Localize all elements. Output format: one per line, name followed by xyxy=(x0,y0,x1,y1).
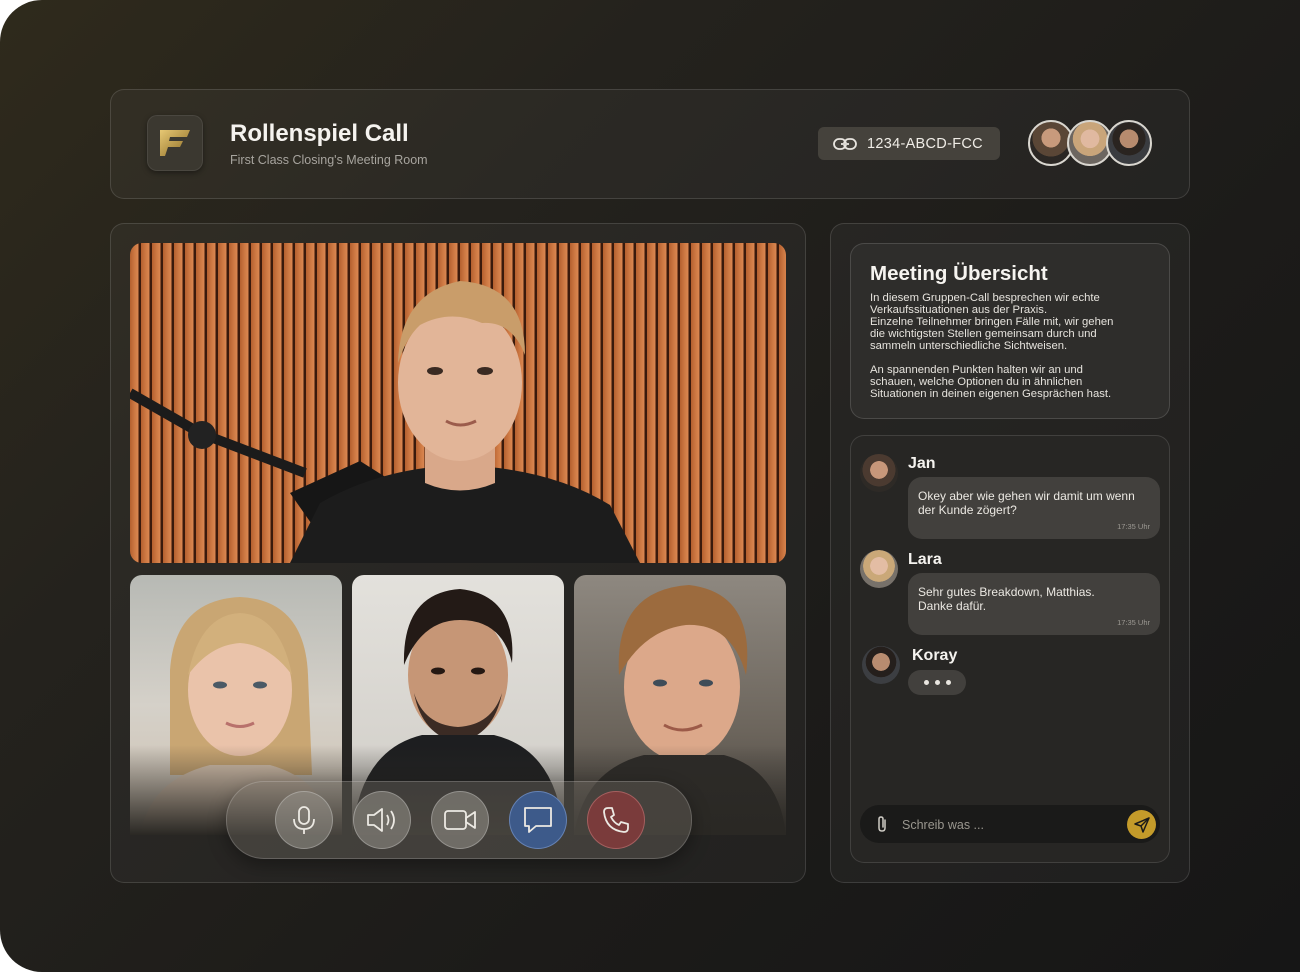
brand-logo xyxy=(147,115,203,171)
attachment-icon[interactable] xyxy=(876,815,888,838)
chat-sender-name: Koray xyxy=(912,647,958,664)
app-window: Rollenspiel Call First Class Closing's M… xyxy=(0,0,1300,972)
chat-message-text: Okey aber wie gehen wir damit um wenn de… xyxy=(918,489,1135,517)
overview-paragraph: An spannenden Punkten halten wir an und … xyxy=(870,364,1112,400)
speaker-icon xyxy=(367,808,395,832)
camera-button[interactable] xyxy=(431,791,489,849)
microphone-button[interactable] xyxy=(275,791,333,849)
chat-timestamp: 17:35 Uhr xyxy=(1117,618,1150,627)
chat-timestamp: 17:35 Uhr xyxy=(1117,522,1150,531)
phone-icon xyxy=(603,807,629,833)
chat-bubble-icon xyxy=(524,807,552,833)
typing-dot xyxy=(923,680,929,685)
speaker-button[interactable] xyxy=(353,791,411,849)
meeting-header: Rollenspiel Call First Class Closing's M… xyxy=(110,89,1190,199)
link-icon xyxy=(833,137,857,151)
overview-body: In diesem Gruppen-Call besprechen wir ec… xyxy=(870,292,1154,412)
call-controls-bar xyxy=(226,781,692,859)
chat-panel: Jan Okey aber wie gehen wir damit um wen… xyxy=(850,435,1170,863)
send-button[interactable] xyxy=(1127,810,1156,839)
chat-bubble: Sehr gutes Breakdown, Matthias. Danke da… xyxy=(908,573,1160,635)
avatar xyxy=(862,646,900,684)
end-call-button[interactable] xyxy=(587,791,645,849)
speaker-figure xyxy=(130,281,640,563)
chat-message-text: Sehr gutes Breakdown, Matthias. Danke da… xyxy=(918,585,1095,613)
overview-paragraph: In diesem Gruppen-Call besprechen wir ec… xyxy=(870,292,1114,352)
chat-sender-name: Jan xyxy=(908,455,936,472)
brand-f-logo-icon xyxy=(160,130,190,156)
video-panel xyxy=(110,223,806,883)
main-speaker-video[interactable] xyxy=(130,243,786,563)
microphone-icon xyxy=(293,806,315,834)
chat-message-input[interactable] xyxy=(900,814,1114,836)
avatar xyxy=(860,454,898,492)
room-code-button[interactable]: 1234-ABCD-FCC xyxy=(818,127,1000,160)
typing-dot xyxy=(934,680,940,685)
page-subtitle: First Class Closing's Meeting Room xyxy=(230,153,428,167)
chat-input-bar xyxy=(860,805,1160,843)
avatar xyxy=(860,550,898,588)
chat-bubble: Okey aber wie gehen wir damit um wenn de… xyxy=(908,477,1160,539)
meeting-overview-card: Meeting Übersicht In diesem Gruppen-Call… xyxy=(850,243,1170,419)
page-title: Rollenspiel Call xyxy=(230,120,409,147)
chat-sender-name: Lara xyxy=(908,551,942,568)
room-code-text: 1234-ABCD-FCC xyxy=(867,135,983,152)
send-icon xyxy=(1133,816,1150,833)
chat-button[interactable] xyxy=(509,791,567,849)
overview-title: Meeting Übersicht xyxy=(870,262,1048,285)
side-panel: Meeting Übersicht In diesem Gruppen-Call… xyxy=(830,223,1190,883)
typing-indicator xyxy=(908,670,966,695)
typing-dot xyxy=(945,680,951,685)
avatar-koray[interactable] xyxy=(1106,120,1152,166)
video-camera-icon xyxy=(444,810,476,830)
participant-avatars xyxy=(1028,120,1156,168)
